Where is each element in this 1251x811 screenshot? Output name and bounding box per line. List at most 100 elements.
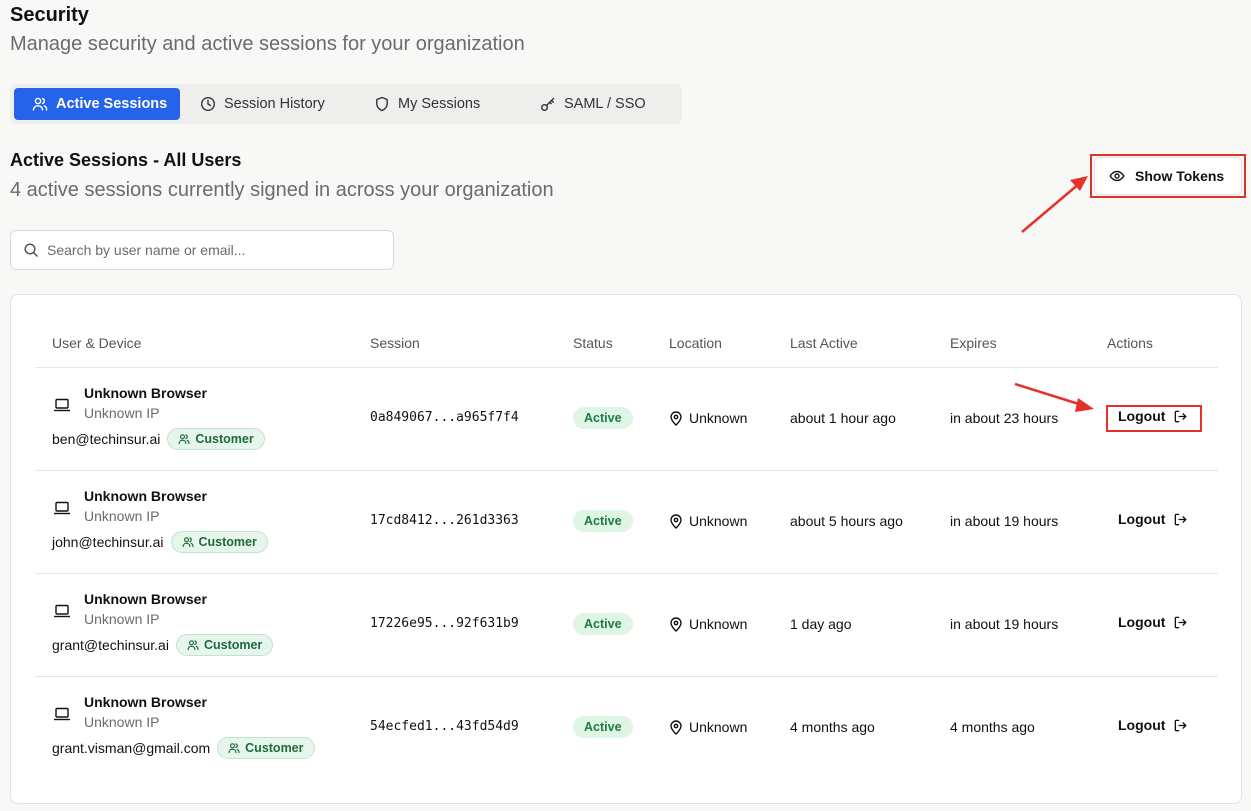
tab-label: Session History (224, 96, 325, 112)
location: Unknown (669, 616, 747, 632)
location-label: Unknown (689, 513, 748, 529)
eye-icon (1109, 170, 1125, 182)
section-title: Active Sessions - All Users (10, 150, 242, 170)
map-pin-icon (670, 410, 682, 426)
expires: 4 months ago (950, 719, 1035, 735)
search-input[interactable] (47, 242, 377, 258)
column-header-user-device: User & Device (52, 335, 142, 351)
annotation-arrowhead-show-tokens (1070, 176, 1088, 191)
expires: in about 23 hours (950, 410, 1059, 426)
table-header: User & Device Session Status Location La… (35, 335, 1218, 368)
tab-label: Active Sessions (56, 96, 168, 112)
logout-button[interactable]: Logout (1118, 717, 1188, 733)
user-email: ben@techinsur.ai (52, 431, 161, 447)
search-field[interactable] (10, 230, 394, 270)
table-row: Unknown Browser Unknown IP grant.visman@… (35, 677, 1218, 780)
logout-icon (1175, 719, 1187, 731)
laptop-icon (54, 398, 70, 412)
location: Unknown (669, 410, 747, 426)
show-tokens-button[interactable]: Show Tokens (1094, 157, 1242, 195)
location-label: Unknown (689, 719, 748, 735)
role-label: Customer (245, 741, 304, 755)
user-line: grant@techinsur.ai Customer (52, 634, 274, 656)
role-label: Customer (195, 432, 254, 446)
tab-label: SAML / SSO (564, 96, 646, 112)
logout-button[interactable]: Logout (1118, 408, 1188, 424)
location-label: Unknown (689, 616, 748, 632)
location: Unknown (669, 513, 747, 529)
shield-icon (376, 96, 388, 112)
section-subtitle: 4 active sessions currently signed in ac… (10, 179, 554, 201)
column-header-session: Session (370, 335, 420, 351)
session-id: 17cd8412...261d3363 (370, 513, 519, 528)
session-id: 54ecfed1...43fd54d9 (370, 719, 519, 734)
ip-address: Unknown IP (84, 714, 160, 730)
role-label: Customer (198, 535, 257, 549)
tab-label: My Sessions (398, 96, 481, 112)
users-icon (32, 97, 48, 111)
expires: in about 19 hours (950, 616, 1059, 632)
column-header-location: Location (669, 335, 722, 351)
column-header-actions: Actions (1107, 335, 1153, 351)
logout-label: Logout (1118, 717, 1166, 733)
status-badge: Active (573, 613, 633, 635)
last-active: about 1 hour ago (790, 410, 896, 426)
page-title: Security (10, 4, 89, 26)
ip-address: Unknown IP (84, 611, 160, 627)
ip-address: Unknown IP (84, 508, 160, 524)
map-pin-icon (670, 719, 682, 735)
table-row: Unknown Browser Unknown IP grant@techins… (35, 574, 1218, 677)
users-icon (182, 537, 194, 548)
location: Unknown (669, 719, 747, 735)
logout-label: Logout (1118, 511, 1166, 527)
laptop-icon (54, 604, 70, 618)
users-icon (187, 640, 199, 651)
tab-bar: Active Sessions Session History My Sessi… (10, 84, 682, 124)
browser-name: Unknown Browser (84, 385, 207, 401)
role-badge: Customer (167, 428, 265, 450)
tab-active-sessions[interactable]: Active Sessions (14, 88, 180, 120)
column-header-status: Status (573, 335, 613, 351)
tab-my-sessions[interactable]: My Sessions (346, 88, 512, 120)
logout-icon (1175, 410, 1187, 422)
logout-button[interactable]: Logout (1118, 511, 1188, 527)
column-header-expires: Expires (950, 335, 997, 351)
tab-saml-sso[interactable]: SAML / SSO (512, 88, 678, 120)
location-label: Unknown (689, 410, 748, 426)
user-email: grant.visman@gmail.com (52, 740, 211, 756)
table-row: Unknown Browser Unknown IP ben@techinsur… (35, 368, 1218, 471)
status-badge: Active (573, 510, 633, 532)
laptop-icon (54, 501, 70, 515)
user-line: grant.visman@gmail.com Customer (52, 737, 315, 759)
user-line: ben@techinsur.ai Customer (52, 428, 265, 450)
logout-label: Logout (1118, 614, 1166, 630)
logout-label: Logout (1118, 408, 1166, 424)
user-email: grant@techinsur.ai (52, 637, 169, 653)
last-active: 4 months ago (790, 719, 875, 735)
sessions-table-card: User & Device Session Status Location La… (10, 294, 1242, 804)
user-line: john@techinsur.ai Customer (52, 531, 268, 553)
map-pin-icon (670, 616, 682, 632)
browser-name: Unknown Browser (84, 591, 207, 607)
tab-session-history[interactable]: Session History (180, 88, 346, 120)
role-label: Customer (203, 638, 263, 652)
page-subtitle: Manage security and active sessions for … (10, 33, 525, 55)
session-id: 17226e95...92f631b9 (370, 616, 519, 631)
role-badge: Customer (170, 531, 268, 553)
role-badge: Customer (217, 737, 315, 759)
key-icon (541, 97, 555, 111)
user-email: john@techinsur.ai (52, 534, 164, 550)
map-pin-icon (670, 513, 682, 529)
last-active: about 5 hours ago (790, 513, 903, 529)
search-icon (24, 243, 38, 257)
ip-address: Unknown IP (84, 405, 160, 421)
column-header-last-active: Last Active (790, 335, 858, 351)
expires: in about 19 hours (950, 513, 1059, 529)
last-active: 1 day ago (790, 616, 852, 632)
session-id: 0a849067...a965f7f4 (370, 410, 519, 425)
annotation-arrow-show-tokens (1021, 182, 1081, 233)
logout-button[interactable]: Logout (1118, 614, 1188, 630)
show-tokens-label: Show Tokens (1135, 168, 1225, 184)
laptop-icon (54, 707, 70, 721)
browser-name: Unknown Browser (84, 488, 207, 504)
